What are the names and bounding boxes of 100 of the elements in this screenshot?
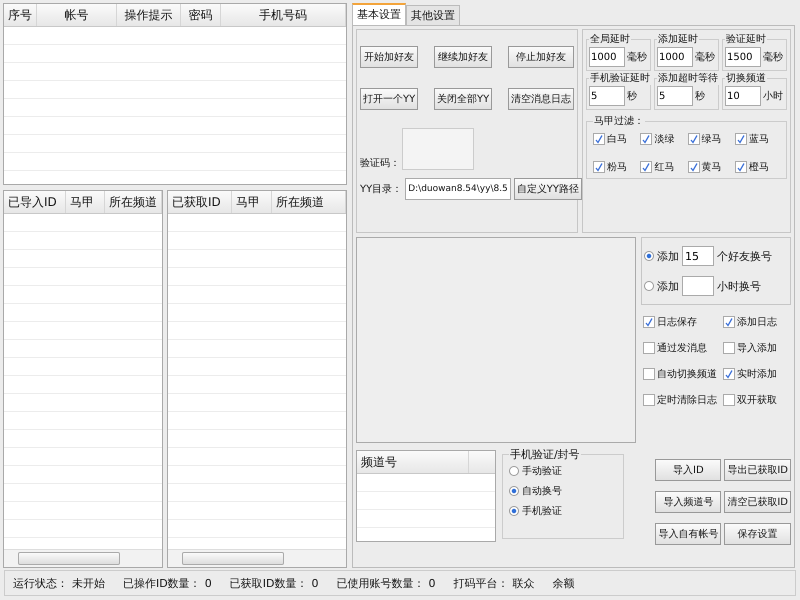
column-header[interactable]: 马甲 (66, 191, 105, 213)
action-button[interactable]: 开始加好友 (360, 46, 418, 68)
delay-label: 手机验证延时 (589, 72, 651, 85)
column-header[interactable]: 所在频道 (105, 191, 162, 213)
checkbox[interactable] (688, 133, 700, 145)
delay-field[interactable]: 10 (725, 86, 761, 106)
checkbox[interactable] (734, 161, 747, 173)
action-button[interactable]: 导出已获取ID (724, 459, 791, 481)
checkbox[interactable] (723, 368, 735, 380)
radio-button[interactable] (644, 251, 654, 261)
checkbox[interactable] (734, 133, 747, 145)
checkbox[interactable] (643, 316, 655, 328)
column-header[interactable]: 马甲 (232, 191, 272, 213)
unit-label: 秒 (695, 90, 705, 103)
delay-label: 添加超时等待 (657, 72, 719, 85)
checkbox[interactable] (643, 368, 655, 380)
status-value: 0 (204, 576, 212, 590)
action-button[interactable]: 停止加好友 (508, 46, 574, 68)
unit-label: 毫秒 (763, 50, 783, 64)
radio-button[interactable] (509, 466, 519, 476)
checkbox-label: 蓝马 (748, 132, 769, 146)
radio-label: 添加 (657, 248, 679, 264)
checkbox[interactable] (593, 133, 605, 145)
action-button[interactable]: 导入频道号 (655, 491, 722, 513)
count-field[interactable]: 15 (682, 246, 714, 266)
action-button[interactable]: 继续加好友 (434, 46, 492, 68)
status-label: 运行状态： (13, 576, 68, 590)
radio-button[interactable] (509, 506, 519, 516)
status-label: 已使用账号数量： (336, 576, 424, 590)
checkbox-label: 自动切换频道 (657, 368, 717, 381)
custom-path-button[interactable]: 自定义YY路径 (514, 178, 582, 200)
action-button[interactable]: 打开一个YY (360, 88, 418, 110)
radio-label: 手机验证 (522, 504, 562, 518)
vest-filter-title: 马甲过滤： (593, 114, 645, 128)
status-value: 0 (428, 576, 436, 590)
status-value: 未开始 (72, 576, 105, 590)
status-label: 余额 (552, 576, 574, 590)
checkbox-label: 白马 (607, 133, 627, 146)
status-label: 打码平台： (453, 576, 508, 590)
checkbox-label: 黄马 (702, 160, 722, 174)
captcha-label: 验证码： (360, 157, 400, 170)
column-header[interactable]: 已导入ID (4, 191, 66, 213)
radio-button[interactable] (644, 281, 654, 291)
delay-field[interactable]: 5 (589, 86, 625, 106)
column-header[interactable]: 密码 (181, 4, 221, 26)
checkbox-label: 双开获取 (737, 394, 777, 407)
checkbox[interactable] (593, 161, 605, 173)
checkbox[interactable] (688, 161, 700, 173)
yy-dir-field[interactable]: D:\duowan8.54\yy\8.5 (405, 178, 511, 200)
checkbox[interactable] (723, 394, 735, 406)
horizontal-scrollbar[interactable] (4, 549, 162, 567)
action-button[interactable]: 关闭全部YY (434, 88, 492, 110)
tab[interactable]: 基本设置 (352, 3, 406, 25)
checkbox-label: 粉马 (607, 161, 627, 174)
checkbox[interactable] (640, 133, 652, 145)
delay-label: 添加延时 (657, 32, 699, 46)
column-header[interactable]: 所在频道 (272, 191, 346, 213)
column-header[interactable]: 已获取ID (168, 191, 232, 213)
delay-label: 切换频道 (725, 72, 767, 85)
tab[interactable]: 其他设置 (406, 5, 460, 25)
action-button[interactable]: 导入自有帐号 (655, 523, 722, 545)
action-button[interactable]: 清空已获取ID (724, 491, 791, 513)
delay-field[interactable]: 1000 (657, 47, 693, 67)
radio-label: 手动验证 (522, 464, 562, 478)
column-header[interactable]: 操作提示 (117, 4, 181, 26)
checkbox-label: 实时添加 (737, 368, 777, 381)
delay-field[interactable]: 5 (657, 86, 693, 106)
radio-label: 自动换号 (522, 485, 562, 498)
status-value: 0 (311, 576, 318, 590)
action-button[interactable]: 清空消息日志 (508, 88, 574, 110)
checkbox[interactable] (723, 342, 735, 354)
delay-label: 全局延时 (589, 32, 631, 46)
unit-label: 秒 (627, 90, 637, 103)
checkbox[interactable] (723, 316, 735, 328)
unit-label: 毫秒 (695, 50, 715, 64)
radio-label: 添加 (657, 278, 679, 294)
captcha-image (402, 128, 474, 170)
checkbox[interactable] (643, 394, 655, 406)
horizontal-scrollbar[interactable] (168, 549, 346, 567)
action-button[interactable]: 保存设置 (724, 523, 791, 545)
checkbox-label: 添加日志 (737, 316, 777, 329)
column-header[interactable]: 帐号 (37, 4, 117, 26)
status-label: 已获取ID数量： (230, 576, 308, 590)
checkbox-label: 日志保存 (657, 316, 697, 329)
checkbox[interactable] (640, 161, 652, 173)
column-header[interactable]: 手机号码 (221, 4, 346, 26)
suffix-label: 小时换号 (717, 278, 761, 294)
delay-field[interactable]: 1500 (725, 47, 761, 67)
checkbox-label: 淡绿 (654, 133, 674, 146)
status-value: 联众 (512, 576, 534, 590)
delay-field[interactable]: 1000 (589, 47, 625, 67)
action-button[interactable]: 导入ID (655, 459, 722, 481)
phone-verify-title: 手机验证/封号 (509, 447, 581, 462)
checkbox-label: 导入添加 (737, 342, 777, 355)
column-header[interactable]: 序号 (4, 4, 37, 26)
count-field[interactable] (682, 276, 714, 296)
checkbox[interactable] (643, 342, 655, 354)
yy-dir-label: YY目录： (360, 183, 402, 196)
checkbox-label: 绿马 (702, 133, 722, 146)
radio-button[interactable] (509, 486, 519, 496)
